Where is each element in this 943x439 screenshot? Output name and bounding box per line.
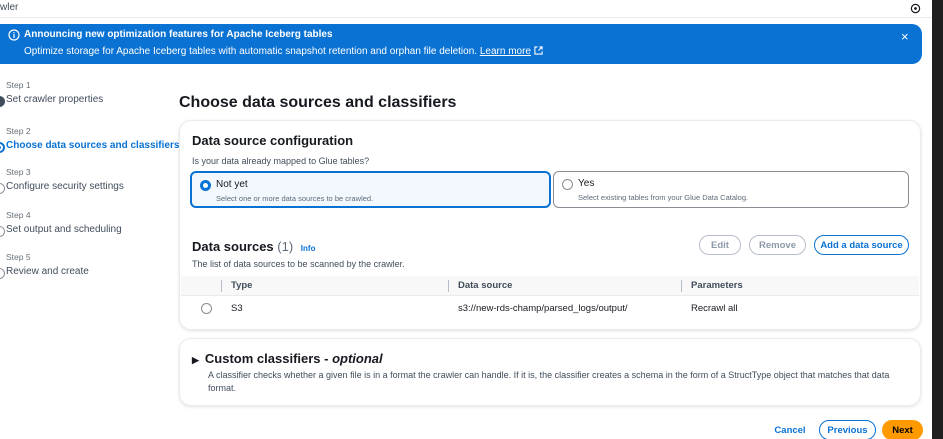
- external-link-icon[interactable]: [534, 46, 543, 57]
- row-select-radio[interactable]: [201, 303, 212, 314]
- classifiers-title[interactable]: Custom classifiers -: [205, 351, 332, 366]
- classifiers-description: A classifier checks whether a given file…: [208, 370, 890, 394]
- option-title: Not yet: [216, 179, 248, 190]
- table-header: Type Data source Parameters: [181, 276, 919, 296]
- custom-classifiers-panel: ▶ Custom classifiers - optional A classif…: [179, 338, 921, 406]
- add-data-source-button[interactable]: Add a data source: [814, 235, 909, 255]
- radio-button[interactable]: [200, 180, 211, 191]
- step-number: Step 1: [6, 80, 31, 90]
- table-row[interactable]: S3 s3://new-rds-champ/parsed_logs/output…: [181, 298, 919, 320]
- window-edge: [932, 0, 943, 439]
- data-sources-count: (1): [277, 239, 294, 254]
- settings-icon[interactable]: [907, 0, 923, 16]
- step-label: Configure security settings: [6, 181, 124, 192]
- step-number: Step 4: [6, 210, 31, 220]
- option-title: Yes: [578, 178, 595, 189]
- remove-button[interactable]: Remove: [749, 235, 806, 255]
- option-yes[interactable]: Yes Select existing tables from your Glu…: [553, 171, 909, 208]
- optional-label: optional: [332, 351, 383, 366]
- learn-more-link[interactable]: Learn more: [480, 46, 531, 57]
- step-pending-icon: [0, 268, 5, 279]
- cancel-button[interactable]: Cancel: [768, 420, 812, 439]
- step-number: Step 3: [6, 167, 31, 177]
- column-header-parameters[interactable]: Parameters: [691, 280, 743, 291]
- previous-button[interactable]: Previous: [819, 420, 876, 439]
- step-label: Set output and scheduling: [6, 224, 122, 235]
- next-button[interactable]: Next: [882, 420, 923, 439]
- step-active-icon: [0, 142, 5, 153]
- column-header-data-source[interactable]: Data source: [458, 280, 512, 291]
- step-pending-icon: [0, 183, 5, 194]
- mapping-question: Is your data already mapped to Glue tabl…: [192, 156, 370, 166]
- column-divider: [448, 280, 449, 292]
- announcement-flashbar: Announcing new optimization features for…: [0, 24, 922, 64]
- step-label: Review and create: [6, 266, 89, 277]
- flash-message: Optimize storage for Apache Iceberg tabl…: [24, 46, 543, 57]
- flash-title: Announcing new optimization features for…: [24, 29, 333, 40]
- section-title: Data source configuration: [192, 133, 354, 148]
- data-source-configuration-panel: Data source configuration Is your data a…: [179, 120, 921, 330]
- page-title: Choose data sources and classifiers: [179, 94, 457, 111]
- custom-classifiers-toggle[interactable]: ▶ Custom classifiers - optional: [192, 351, 383, 366]
- column-header-type[interactable]: Type: [231, 280, 252, 291]
- step-done-icon: [0, 96, 5, 107]
- info-icon: [8, 29, 20, 41]
- radio-button[interactable]: [562, 179, 573, 190]
- data-sources-title: Data sources: [192, 239, 274, 254]
- column-divider: [681, 280, 682, 292]
- step-number: Step 2: [6, 126, 31, 136]
- data-sources-header: Data sources (1) Info: [192, 239, 315, 254]
- breadcrumb: wler: [0, 2, 19, 13]
- caret-right-icon[interactable]: ▶: [192, 355, 199, 365]
- info-link[interactable]: Info: [301, 244, 316, 253]
- data-sources-description: The list of data sources to be scanned b…: [192, 259, 405, 269]
- option-description: Select existing tables from your Glue Da…: [578, 193, 749, 202]
- option-description: Select one or more data sources to be cr…: [216, 194, 374, 203]
- cell-parameters: Recrawl all: [691, 303, 738, 314]
- step-label[interactable]: Choose data sources and classifiers: [6, 140, 179, 151]
- column-divider: [221, 280, 222, 292]
- step-label[interactable]: Set crawler properties: [6, 94, 103, 105]
- option-not-yet[interactable]: Not yet Select one or more data sources …: [190, 171, 551, 208]
- top-bar: wler: [0, 0, 943, 18]
- edit-button[interactable]: Edit: [699, 235, 741, 255]
- close-icon[interactable]: ×: [901, 29, 909, 44]
- cell-data-source: s3://new-rds-champ/parsed_logs/output/: [458, 303, 628, 314]
- flash-message-text: Optimize storage for Apache Iceberg tabl…: [24, 46, 478, 57]
- cell-type: S3: [231, 303, 243, 314]
- step-number: Step 5: [6, 252, 31, 262]
- step-pending-icon: [0, 226, 5, 237]
